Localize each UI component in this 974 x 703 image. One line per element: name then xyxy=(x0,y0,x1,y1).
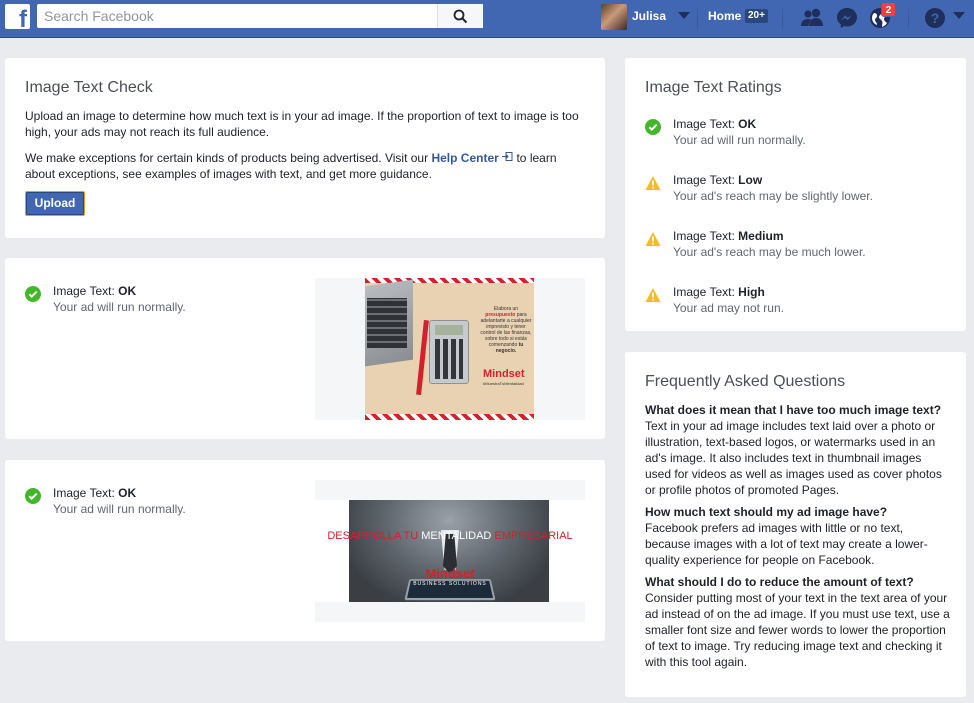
friend-requests-icon[interactable] xyxy=(801,7,825,27)
rating-label: Image Text: OK xyxy=(53,284,137,298)
faq-card: Frequently Asked Questions What does it … xyxy=(625,352,966,697)
help-center-link[interactable]: Help Center xyxy=(431,151,498,165)
exceptions-text-start: We make exceptions for certain kinds of … xyxy=(25,151,432,165)
mindset-logo-subtitle: BUSINESS SOLUTIONS xyxy=(413,581,487,587)
rating-note: Your ad will run normally. xyxy=(673,133,806,147)
faq-question: What should I do to reduce the amount of… xyxy=(645,575,914,589)
chevron-down-icon[interactable] xyxy=(678,12,690,19)
pencil-illustration xyxy=(416,319,429,396)
rating-label: Image Text: High xyxy=(673,285,765,299)
exceptions-text: We make exceptions for certain kinds of … xyxy=(25,150,585,182)
rating-label: Image Text: OK xyxy=(53,486,137,500)
external-link-icon[interactable] xyxy=(502,152,513,162)
mindset-logo: Mindset xyxy=(483,368,525,380)
warning-icon xyxy=(645,176,661,190)
search-box xyxy=(37,4,483,28)
help-icon[interactable]: ? xyxy=(924,7,946,29)
home-count-badge: 20+ xyxy=(745,9,768,23)
faq-list: What does it mean that I have too much i… xyxy=(645,402,950,676)
home-link[interactable]: Home xyxy=(708,9,741,23)
faq-answer: Facebook prefers ad images with little o… xyxy=(645,521,928,567)
faq-question: What does it mean that I have too much i… xyxy=(645,403,942,417)
upload-button[interactable]: Upload xyxy=(25,191,85,216)
result-card: Image Text: OK Your ad will run normally… xyxy=(5,258,605,439)
svg-text:?: ? xyxy=(931,10,940,26)
avatar xyxy=(601,4,627,30)
ad-image: DESARROLLA TU MENTALIDAD EMPRESARIAL Min… xyxy=(315,500,585,602)
check-circle-icon xyxy=(25,286,41,302)
image-text-check-card: Image Text Check Upload an image to dete… xyxy=(5,58,605,238)
calculator-illustration xyxy=(429,320,469,384)
mindset-logo: Mindset xyxy=(425,566,475,581)
chevron-down-icon[interactable] xyxy=(953,12,965,19)
faq-answer: Text in your ad image includes text laid… xyxy=(645,419,942,497)
card-title: Image Text Ratings xyxy=(645,79,782,96)
rating-label: Image Text: Medium xyxy=(673,229,784,243)
top-navigation-bar: f Julisa Home 20+ 2 ? xyxy=(0,0,974,38)
ad-image: Elabora un presupuesto para adelantarte … xyxy=(365,278,534,420)
rating-note: Your ad may not run. xyxy=(673,301,784,315)
faq-answer: Consider putting most of your text in th… xyxy=(645,591,950,669)
notification-count-badge: 2 xyxy=(881,2,896,17)
rating-label: Image Text: Low xyxy=(673,173,763,187)
ad-image-preview: Elabora un presupuesto para adelantarte … xyxy=(315,278,585,420)
ad-image-text: Elabora un presupuesto para adelantarte … xyxy=(480,306,532,354)
search-input[interactable] xyxy=(37,4,437,28)
facebook-logo-icon[interactable]: f xyxy=(5,4,30,32)
warning-icon xyxy=(645,288,661,302)
result-card: Image Text: OK Your ad will run normally… xyxy=(5,460,605,641)
divider xyxy=(782,9,783,29)
check-circle-icon xyxy=(25,488,41,504)
ad-image-preview: DESARROLLA TU MENTALIDAD EMPRESARIAL Min… xyxy=(315,480,585,622)
keyboard-illustration xyxy=(367,298,407,348)
messenger-icon[interactable] xyxy=(836,7,858,29)
profile-name: Julisa xyxy=(632,9,667,23)
description-text: Upload an image to determine how much te… xyxy=(25,109,579,139)
divider xyxy=(908,9,909,29)
ad-image-hashtag: #MuestraTuMentalidad xyxy=(483,381,524,386)
card-title: Frequently Asked Questions xyxy=(645,373,846,390)
image-text-ratings-card: Image Text Ratings Image Text: OK Your a… xyxy=(625,58,966,331)
rating-message: Your ad will run normally. xyxy=(53,300,186,314)
rating-note: Your ad's reach may be slightly lower. xyxy=(673,189,873,203)
card-title: Image Text Check xyxy=(25,79,153,96)
rating-message: Your ad will run normally. xyxy=(53,502,186,516)
warning-icon xyxy=(645,232,661,246)
rating-note: Your ad's reach may be much lower. xyxy=(673,245,866,259)
search-icon xyxy=(453,9,468,24)
search-button[interactable] xyxy=(437,4,483,28)
faq-question: How much text should my ad image have? xyxy=(645,505,888,519)
ad-image-headline: DESARROLLA TU MENTALIDAD EMPRESARIAL xyxy=(327,530,573,542)
divider xyxy=(697,9,698,29)
rating-label: Image Text: OK xyxy=(673,117,757,131)
check-circle-icon xyxy=(645,119,661,135)
